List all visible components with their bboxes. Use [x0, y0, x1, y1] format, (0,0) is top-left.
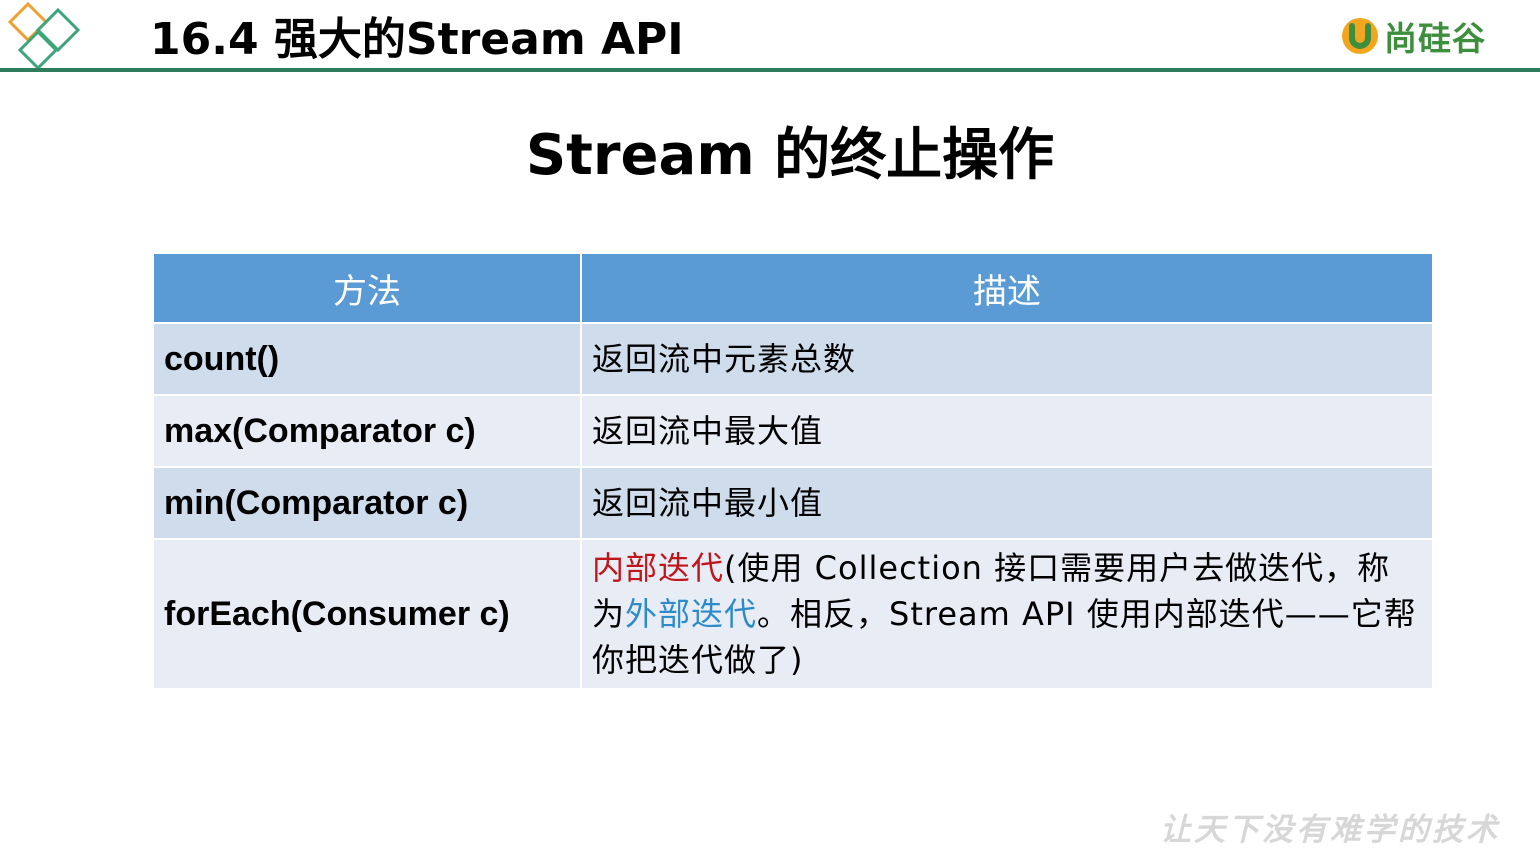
description-cell: 返回流中最大值	[580, 394, 1434, 468]
brand-name: 尚硅谷	[1384, 19, 1486, 58]
internal-iteration-term: 内部迭代	[592, 549, 725, 587]
method-cell: forEach(Consumer c)	[152, 538, 582, 690]
brand-u-icon	[1342, 18, 1378, 54]
footer-slogan: 让天下没有难学的技术	[1160, 812, 1500, 848]
table-row: max(Comparator c) 返回流中最大值	[152, 394, 1434, 468]
diamond-logo-icon	[7, 2, 81, 70]
external-iteration-term: 外部迭代	[625, 595, 758, 633]
brand-logo: 尚硅谷	[1340, 12, 1486, 60]
column-header-description: 描述	[580, 252, 1434, 324]
method-cell: min(Comparator c)	[152, 466, 582, 540]
description-text: 内部迭代(使用 Collection 接口需要用户去做迭代，称为外部迭代。相反，…	[592, 545, 1422, 683]
terminal-operations-table: 方法 描述 count() 返回流中元素总数 max(Comparator c)…	[152, 252, 1434, 690]
header-divider	[0, 68, 1540, 72]
method-cell: max(Comparator c)	[152, 394, 582, 468]
slide-title: 16.4 强大的Stream API	[150, 14, 684, 65]
slide: 16.4 强大的Stream API 尚硅谷 Stream 的终止操作 方法 描…	[0, 0, 1540, 867]
table-row: min(Comparator c) 返回流中最小值	[152, 466, 1434, 540]
table-row: count() 返回流中元素总数	[152, 322, 1434, 396]
description-cell: 返回流中最小值	[580, 466, 1434, 540]
table-row: forEach(Consumer c) 内部迭代(使用 Collection 接…	[152, 538, 1434, 690]
section-heading: Stream 的终止操作	[525, 123, 1055, 188]
description-cell: 内部迭代(使用 Collection 接口需要用户去做迭代，称为外部迭代。相反，…	[580, 538, 1434, 690]
description-cell: 返回流中元素总数	[580, 322, 1434, 396]
column-header-method: 方法	[152, 252, 582, 324]
table-header-row: 方法 描述	[152, 252, 1434, 324]
method-cell: count()	[152, 322, 582, 396]
